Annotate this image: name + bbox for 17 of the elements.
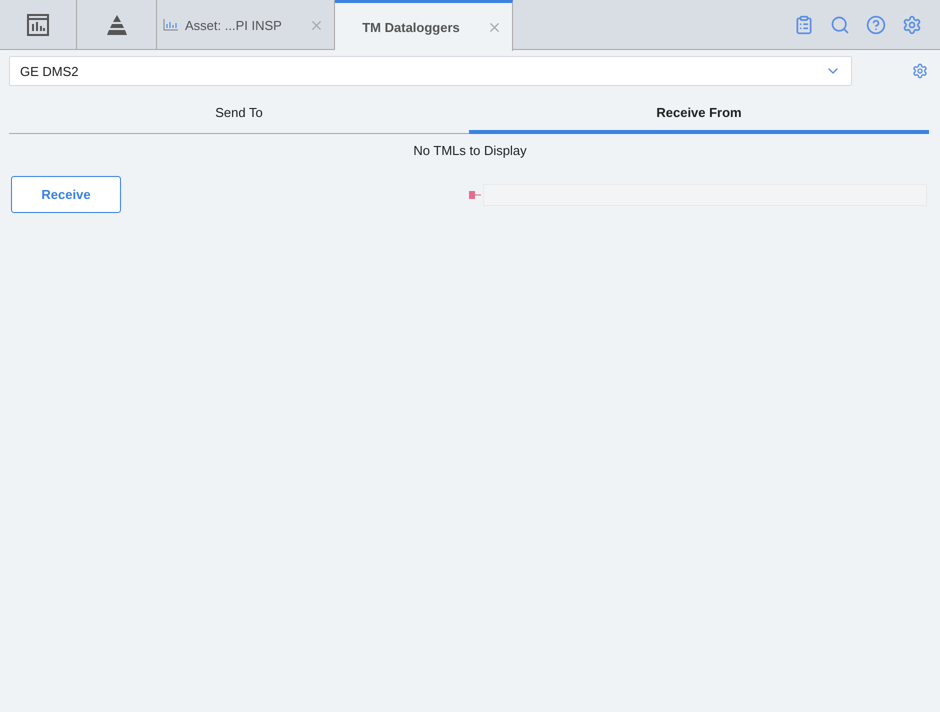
broken-image-icon [469, 190, 481, 200]
tab-label: TM Dataloggers [361, 20, 461, 34]
receive-button[interactable]: Receive [11, 176, 121, 213]
help-icon[interactable] [866, 14, 886, 34]
document-tab[interactable]: TM Dataloggers [335, 0, 513, 51]
settings-icon[interactable] [912, 63, 928, 79]
datalogger-select[interactable]: GE DMS2 [9, 56, 852, 86]
sub-tab[interactable]: Receive From [469, 102, 929, 134]
empty-message: No TMLs to Display [412, 143, 528, 158]
sub-tab[interactable]: Send To [9, 102, 469, 134]
tab-label: Asset: ...PI INSP [185, 18, 283, 32]
chart-icon [163, 19, 179, 31]
search-icon[interactable] [830, 14, 850, 34]
pyramid-icon [104, 14, 128, 36]
settings-icon[interactable] [902, 14, 922, 34]
report-icon [27, 14, 49, 36]
clipboard-add-icon[interactable] [794, 14, 814, 34]
